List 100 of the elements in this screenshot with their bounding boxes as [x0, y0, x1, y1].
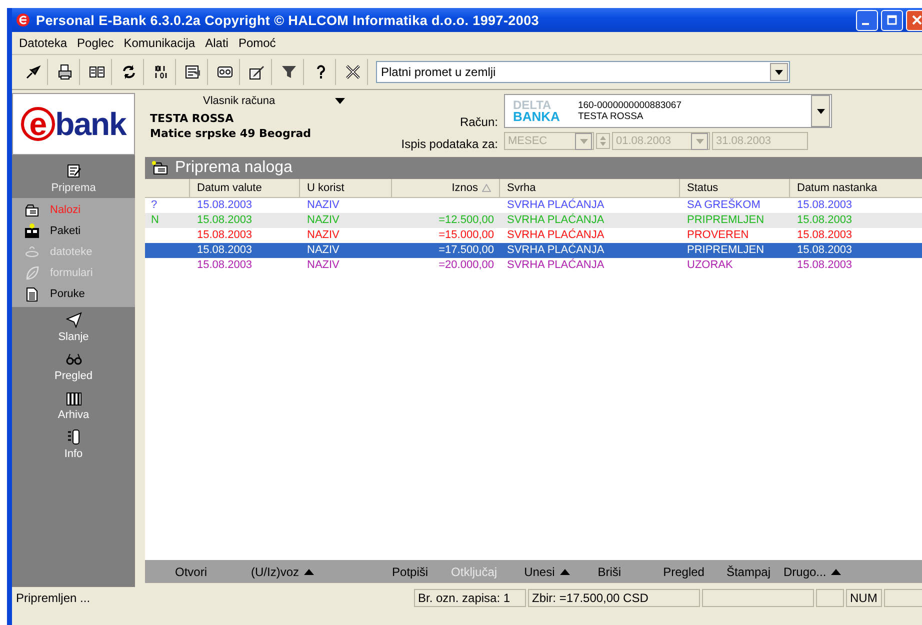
column-header[interactable]: U korist [300, 179, 392, 197]
record-count: Br. ozn. zapisa: 1 [414, 589, 526, 607]
owner-label: Vlasnik računa [203, 95, 276, 107]
glasses-icon [66, 351, 82, 367]
minimize-icon [862, 23, 869, 25]
maximize-button[interactable] [881, 10, 903, 30]
menu-item[interactable]: Pomoć [233, 36, 281, 50]
table-cell: NAZIV [307, 244, 340, 256]
action-button[interactable]: (U/Iz)voz [251, 564, 314, 578]
maximize-icon [887, 15, 897, 25]
down-arrow-icon [600, 142, 606, 146]
sidebar-section[interactable]: Slanje [12, 307, 135, 346]
table-cell: 15.08.2003 [797, 259, 852, 271]
sidebar-section[interactable]: Priprema [12, 155, 135, 198]
table-cell: ? [151, 199, 158, 211]
menu-item[interactable]: Komunikacija [118, 36, 200, 50]
menu-item[interactable]: Poglec [72, 36, 119, 50]
table-cell: SVRHA PLAĆANJA [507, 214, 604, 226]
table-cell: SA GREŠKOM [687, 199, 760, 211]
status-panel [884, 589, 922, 607]
column-header[interactable]: Iznos [392, 179, 500, 197]
menu-item[interactable]: Datoteka [14, 36, 72, 50]
caret-icon [304, 568, 314, 574]
table-cell: 15.08.2003 [197, 214, 252, 226]
package-icon [24, 223, 40, 239]
bank-logo: DELTA BANKA [512, 99, 561, 123]
sum-total: Zbir: =17.500,00 CSD [528, 589, 700, 607]
app-icon [16, 13, 30, 27]
table-cell: =20.000,00 [438, 259, 494, 271]
sidebar-section[interactable]: Pregled [12, 346, 135, 385]
table-cell: =12.500,00 [438, 214, 494, 226]
minimize-button[interactable] [856, 10, 878, 30]
period-label: Ispis podataka za: [401, 137, 498, 151]
num-lock-indicator: NUM [846, 589, 882, 607]
owner-address: Matice srpske 49 Beograd [150, 126, 312, 141]
status-message: Pripremljen ... [15, 590, 92, 607]
window-title: Personal E-Bank 6.3.0.2a Copyright © HALCOM Informatika d.o.o. 1997-2003 [36, 12, 539, 28]
table-cell: N [151, 214, 159, 226]
leaf-icon [24, 265, 40, 281]
table-cell: PRIPREMLJEN [687, 244, 764, 256]
sort-arrow-icon [482, 184, 491, 192]
column-header[interactable]: Datum valute [190, 179, 300, 197]
sidebar-section[interactable]: Info [12, 424, 135, 463]
dropdown-arrow-icon [816, 108, 824, 114]
table-cell: NAZIV [307, 214, 340, 226]
table-cell: =17.500,00 [438, 244, 494, 256]
dropdown-arrow-icon [775, 70, 783, 74]
dropdown-arrow-icon[interactable] [335, 98, 346, 104]
table-cell: 15.08.2003 [197, 229, 252, 241]
folder-icon [24, 202, 40, 218]
table-cell: NAZIV [307, 199, 340, 211]
table-cell: 15.08.2003 [197, 199, 252, 211]
close-button[interactable] [906, 10, 922, 30]
table-row[interactable]: 15.08.2003 NAZIV =20.000,00 SVRHA PLAĆANJA UZORAK 15.08.2003 [145, 258, 922, 273]
notepad-icon [66, 163, 82, 179]
plane-icon [66, 312, 82, 328]
info-icon [66, 429, 82, 445]
table-row[interactable]: 15.08.2003 NAZIV =15.000,00 SVRHA PLAĆANJA PROVEREN 15.08.2003 [145, 228, 922, 243]
menu-item[interactable]: Alati [200, 36, 234, 50]
account-label: Račun: [460, 115, 498, 129]
table-cell: NAZIV [307, 259, 340, 271]
folder-icon [151, 160, 169, 176]
table-cell: 15.08.2003 [797, 229, 852, 241]
action-button[interactable]: Otvori [175, 564, 208, 578]
up-arrow-icon [600, 136, 606, 140]
books-icon [66, 390, 82, 406]
column-header[interactable]: Status [680, 179, 790, 197]
table-cell: UZORAK [687, 259, 733, 271]
action-button[interactable]: Briši [598, 564, 622, 578]
table-row[interactable]: 15.08.2003 NAZIV =17.500,00 SVRHA PLAĆANJA PRIPREMLJEN 15.08.2003 [145, 243, 922, 258]
table-cell: 15.08.2003 [797, 214, 852, 226]
sidebar-section[interactable]: Arhiva [12, 385, 135, 424]
action-button[interactable]: Štampaj [726, 564, 770, 578]
transaction-type-dropdown[interactable]: Platni promet u zemlji [376, 61, 790, 83]
table-cell: PROVEREN [687, 229, 749, 241]
table-cell: PRIPREMLJEN [687, 214, 764, 226]
sidebar-item[interactable]: Paketi [12, 221, 135, 242]
action-button[interactable]: Pregled [663, 564, 704, 578]
action-button[interactable]: Potpiši [392, 564, 428, 578]
owner-name: TESTA ROSSA [150, 111, 235, 126]
table-row[interactable]: ? 15.08.2003 NAZIV SVRHA PLAĆANJA SA GREŠKOM 15.08.2003 [145, 198, 922, 213]
action-button[interactable]: Drugo... [784, 564, 842, 578]
action-button[interactable]: Unesi [524, 564, 570, 578]
sidebar-item[interactable]: Poruke [12, 284, 135, 305]
table-cell: 15.08.2003 [797, 244, 852, 256]
table-cell: 15.08.2003 [197, 259, 252, 271]
dropdown-arrow-icon [696, 138, 704, 144]
account-dropdown[interactable]: DELTA BANKA 160-0000000000883067 TESTA ROSSA [504, 94, 832, 128]
caret-icon [560, 568, 570, 574]
table-cell: SVRHA PLAĆANJA [507, 259, 604, 271]
page-icon [24, 286, 40, 302]
dropdown-arrow-icon [580, 138, 588, 144]
close-icon [912, 15, 922, 25]
column-header[interactable]: Svrha [500, 179, 680, 197]
table-cell: SVRHA PLAĆANJA [507, 199, 604, 211]
table-cell: =15.000,00 [438, 229, 494, 241]
column-header[interactable]: Datum nastanka [790, 179, 922, 197]
table-cell: SVRHA PLAĆANJA [507, 229, 604, 241]
caret-icon [831, 568, 842, 574]
table-cell: SVRHA PLAĆANJA [507, 244, 604, 256]
